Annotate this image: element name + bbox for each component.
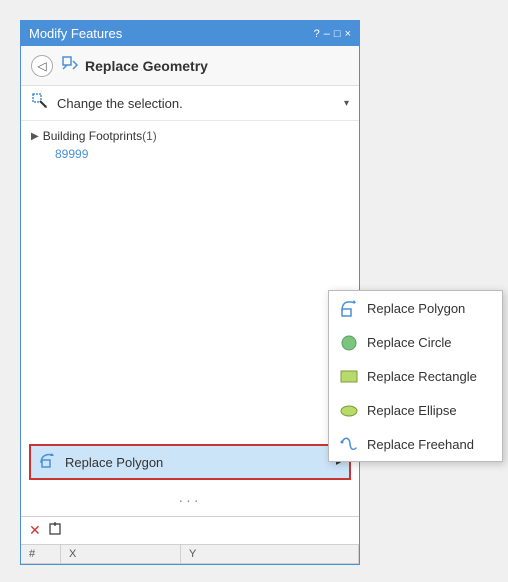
dropdown-item-replace-circle[interactable]: Replace Circle <box>329 325 502 359</box>
panel-title: Modify Features <box>29 26 122 41</box>
dots-row: ··· <box>21 484 359 516</box>
replace-circle-label: Replace Circle <box>367 335 452 350</box>
minimize-button[interactable]: – <box>324 28 330 40</box>
replace-freehand-label: Replace Freehand <box>367 437 474 452</box>
back-icon: ◁ <box>37 59 46 73</box>
tree-section: ▶ Building Footprints (1) 89999 <box>21 121 359 440</box>
table-toolbar: ✕ <box>21 517 359 545</box>
dropdown-item-replace-ellipse[interactable]: Replace Ellipse <box>329 393 502 427</box>
delete-icon[interactable]: ✕ <box>29 522 41 539</box>
replace-freehand-icon <box>339 434 359 454</box>
back-button[interactable]: ◁ <box>31 55 53 77</box>
close-button[interactable]: × <box>345 28 351 40</box>
replace-polygon-icon <box>339 298 359 318</box>
tree-child-item[interactable]: 89999 <box>31 147 349 161</box>
active-tool-row[interactable]: Replace Polygon ▸ <box>29 444 351 480</box>
active-tool-label: Replace Polygon <box>65 455 336 470</box>
replace-ellipse-label: Replace Ellipse <box>367 403 457 418</box>
col-y: Y <box>181 545 359 563</box>
selection-row[interactable]: Change the selection. ▾ <box>21 86 359 121</box>
col-x: X <box>61 545 181 563</box>
tree-parent-label: Building Footprints <box>43 129 142 143</box>
col-hash: # <box>21 545 61 563</box>
panel-title-text: Replace Geometry <box>85 58 208 74</box>
selection-dropdown-arrow[interactable]: ▾ <box>344 98 349 109</box>
replace-circle-icon <box>339 332 359 352</box>
add-row-icon[interactable] <box>49 521 65 540</box>
tree-child-label: 89999 <box>55 147 88 161</box>
replace-polygon-tool-icon <box>39 451 57 473</box>
title-bar-controls: ? – □ × <box>314 28 351 40</box>
tree-expand-arrow[interactable]: ▶ <box>31 131 39 142</box>
dropdown-item-replace-rectangle[interactable]: Replace Rectangle <box>329 359 502 393</box>
table-section: ✕ # X Y <box>21 516 359 564</box>
table-header: # X Y <box>21 545 359 564</box>
tree-parent-item: ▶ Building Footprints (1) <box>31 129 349 143</box>
tree-count: (1) <box>142 129 157 143</box>
replace-ellipse-icon <box>339 400 359 420</box>
replace-geometry-icon <box>61 54 79 77</box>
main-panel: Modify Features ? – □ × ◁ Replace Geomet… <box>20 20 360 565</box>
panel-header: ◁ Replace Geometry <box>21 46 359 86</box>
dropdown-item-replace-freehand[interactable]: Replace Freehand <box>329 427 502 461</box>
selection-icon <box>31 92 49 114</box>
dropdown-item-replace-polygon[interactable]: Replace Polygon <box>329 291 502 325</box>
title-bar: Modify Features ? – □ × <box>21 21 359 46</box>
selection-label: Change the selection. <box>57 96 344 111</box>
replace-polygon-label: Replace Polygon <box>367 301 465 316</box>
maximize-button[interactable]: □ <box>334 28 341 40</box>
dots-label: ··· <box>179 492 202 508</box>
help-button[interactable]: ? <box>314 28 320 40</box>
replace-rectangle-icon <box>339 366 359 386</box>
tool-dropdown-menu: Replace Polygon Replace Circle Replace R… <box>328 290 503 462</box>
replace-rectangle-label: Replace Rectangle <box>367 369 477 384</box>
